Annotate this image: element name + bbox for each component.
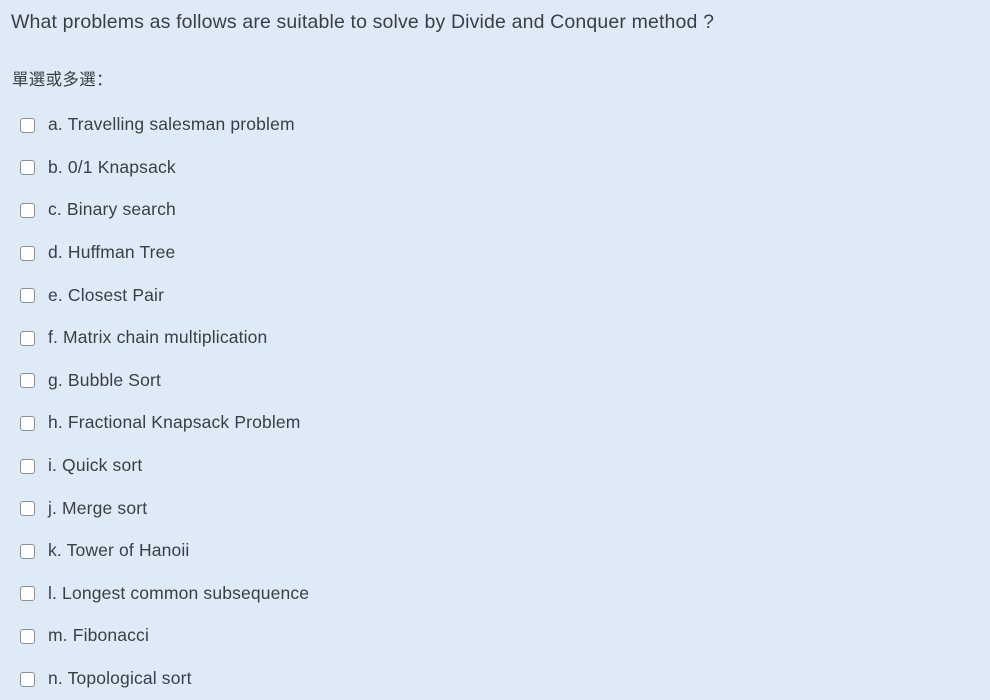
answer-option-12[interactable]: m. Fibonacci	[0, 615, 990, 658]
checkbox-icon[interactable]	[20, 543, 35, 559]
answer-option-label: g. Bubble Sort	[48, 369, 162, 390]
answer-option-4[interactable]: e. Closest Pair	[0, 274, 990, 317]
checkbox-icon[interactable]	[20, 415, 35, 431]
answer-option-label: i. Quick sort	[48, 455, 143, 476]
answer-option-9[interactable]: j. Merge sort	[0, 487, 990, 530]
answer-option-label: h. Fractional Knapsack Problem	[48, 412, 301, 433]
answer-option-label: k. Tower of Hanoii	[48, 540, 190, 561]
answer-option-label: m. Fibonacci	[48, 625, 149, 646]
question-prompt: What problems as follows are suitable to…	[11, 11, 715, 33]
choice-mode-label: 單選或多選：	[12, 71, 113, 89]
answer-option-11[interactable]: l. Longest common subsequence	[0, 573, 990, 616]
checkbox-icon[interactable]	[20, 671, 35, 687]
checkbox-icon[interactable]	[20, 458, 35, 474]
answer-option-5[interactable]: f. Matrix chain multiplication	[0, 317, 990, 360]
answer-option-label: l. Longest common subsequence	[48, 582, 310, 603]
answer-option-0[interactable]: a. Travelling salesman problem	[0, 104, 990, 147]
answer-option-label: d. Huffman Tree	[48, 242, 176, 263]
answer-option-13[interactable]: n. Topological sort	[0, 658, 990, 700]
checkbox-icon[interactable]	[20, 160, 35, 176]
answer-option-6[interactable]: g. Bubble Sort	[0, 360, 990, 403]
answer-option-label: a. Travelling salesman problem	[48, 114, 295, 135]
checkbox-icon[interactable]	[20, 288, 35, 304]
answer-option-label: n. Topological sort	[48, 668, 192, 689]
checkbox-icon[interactable]	[20, 628, 35, 644]
answer-option-label: j. Merge sort	[48, 497, 148, 518]
answer-option-7[interactable]: h. Fractional Knapsack Problem	[0, 402, 990, 445]
checkbox-icon[interactable]	[20, 501, 35, 517]
checkbox-icon[interactable]	[20, 586, 35, 602]
answer-option-label: b. 0/1 Knapsack	[48, 156, 176, 177]
checkbox-icon[interactable]	[20, 373, 35, 389]
answer-option-8[interactable]: i. Quick sort	[0, 445, 990, 488]
checkbox-icon[interactable]	[20, 117, 35, 133]
checkbox-icon[interactable]	[20, 202, 35, 218]
answer-option-label: c. Binary search	[48, 199, 176, 220]
answer-option-1[interactable]: b. 0/1 Knapsack	[0, 147, 990, 190]
quiz-question-panel: What problems as follows are suitable to…	[0, 0, 990, 697]
answer-options-list: a. Travelling salesman problem b. 0/1 Kn…	[0, 104, 990, 700]
checkbox-icon[interactable]	[20, 330, 35, 346]
answer-option-2[interactable]: c. Binary search	[0, 189, 990, 232]
answer-option-label: e. Closest Pair	[48, 284, 165, 305]
answer-option-3[interactable]: d. Huffman Tree	[0, 232, 990, 275]
checkbox-icon[interactable]	[20, 245, 35, 261]
answer-option-10[interactable]: k. Tower of Hanoii	[0, 530, 990, 573]
answer-option-label: f. Matrix chain multiplication	[48, 327, 268, 348]
